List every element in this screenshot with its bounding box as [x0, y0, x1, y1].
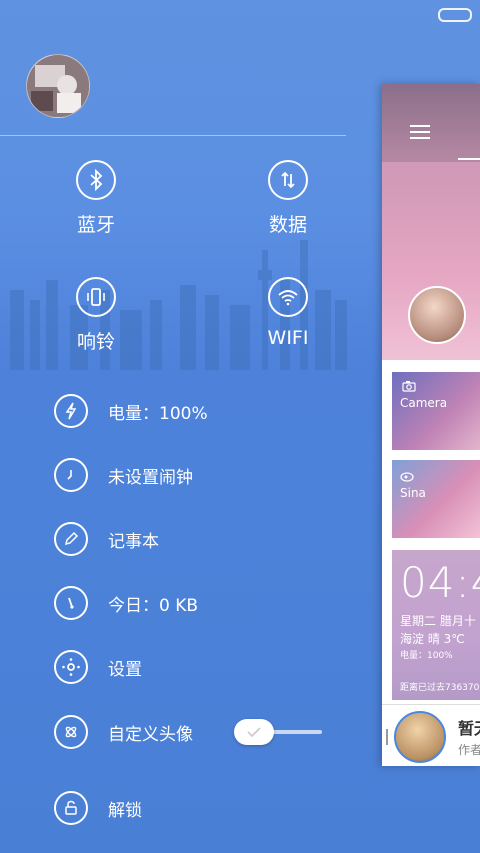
hamburger-menu-icon[interactable] [410, 125, 430, 143]
wifi-toggle[interactable]: WIFI [243, 277, 333, 349]
wifi-label: WIFI [267, 327, 309, 349]
flower-icon [54, 715, 88, 749]
clock-widget-tile[interactable]: 04:4 星期二 腊月十 海淀 晴 3℃ 电量：100% 距离已过去736370… [392, 550, 480, 700]
custom-avatar-item[interactable]: 自定义头像 [54, 715, 193, 749]
preview-bottom-title: 暂无 [458, 719, 480, 738]
alarm-label: 未设置闹钟 [108, 467, 193, 488]
preview-bottom-bar[interactable]: 暂无 作者 [382, 704, 480, 766]
ringer-toggle[interactable]: 响铃 [51, 277, 141, 354]
bluetooth-toggle[interactable]: 蓝牙 [51, 160, 141, 237]
traffic-label: 今日：0 KB [108, 595, 199, 616]
clock-date: 星期二 腊月十 [400, 614, 476, 628]
unlock-item[interactable]: 解锁 [54, 791, 142, 825]
camera-tile[interactable]: Camera [392, 372, 480, 450]
unlock-label: 解锁 [108, 800, 142, 821]
pencil-icon [54, 522, 88, 556]
custom-avatar-label: 自定义头像 [108, 724, 193, 745]
wifi-icon [268, 277, 308, 317]
settings-label: 设置 [108, 659, 142, 680]
bluetooth-icon [76, 160, 116, 200]
weibo-icon [400, 472, 414, 482]
notepad-item[interactable]: 记事本 [54, 522, 159, 556]
preview-bottom-subtitle: 作者 [458, 743, 480, 757]
notepad-label: 记事本 [108, 531, 159, 552]
user-avatar[interactable] [26, 54, 90, 118]
data-label: 数据 [268, 214, 307, 236]
lightning-icon [54, 394, 88, 428]
data-transfer-icon [268, 160, 308, 200]
battery-label: 电量：100% [108, 403, 208, 424]
clock-icon [54, 458, 88, 492]
unlock-icon [54, 791, 88, 825]
battery-status-indicator [438, 8, 472, 22]
data-toggle[interactable]: 数据 [243, 160, 333, 237]
custom-avatar-toggle[interactable] [234, 719, 274, 745]
traffic-item[interactable]: 今日：0 KB [54, 586, 198, 620]
preview-header-top [382, 84, 480, 162]
clock-time: 04:4 [400, 558, 480, 607]
header-divider [0, 135, 346, 136]
preview-tab-indicator [458, 158, 480, 160]
vibrate-icon [76, 277, 116, 317]
clock-weather: 海淀 晴 3℃ [400, 632, 465, 646]
preview-avatar[interactable] [408, 286, 466, 344]
preview-bottom-handle [386, 729, 388, 745]
camera-tile-label: Camera [400, 396, 448, 410]
alarm-item[interactable]: 未设置闹钟 [54, 458, 193, 492]
gear-icon [54, 650, 88, 684]
main-screen-preview[interactable]: Camera Sina 04:4 星期二 腊月十 海淀 晴 3℃ 电量：100%… [382, 84, 480, 766]
clock-footer: 距离已过去736370天 [400, 683, 480, 693]
sina-tile[interactable]: Sina [392, 460, 480, 538]
sina-tile-label: Sina [400, 486, 426, 500]
camera-icon [402, 381, 416, 392]
ringer-label: 响铃 [76, 331, 115, 353]
settings-item[interactable]: 设置 [54, 650, 142, 684]
battery-item[interactable]: 电量：100% [54, 394, 208, 428]
preview-bottom-avatar [394, 711, 446, 763]
gauge-icon [54, 586, 88, 620]
clock-battery: 电量：100% [400, 651, 453, 661]
bluetooth-label: 蓝牙 [76, 214, 115, 236]
